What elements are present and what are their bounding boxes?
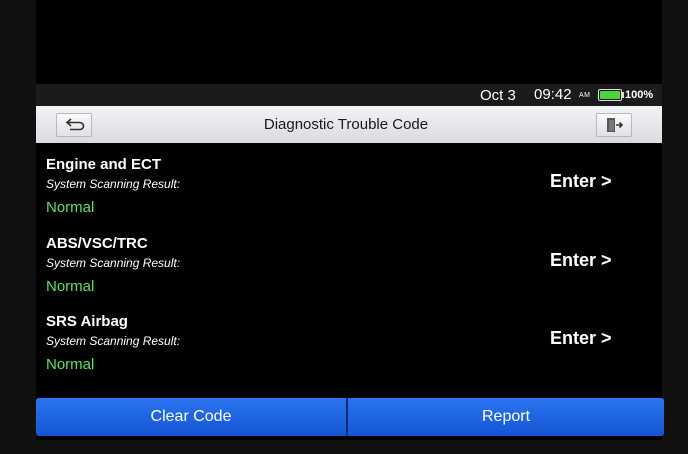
exit-button[interactable] [596,113,632,137]
battery-icon [598,89,622,101]
system-row-engine[interactable]: Engine and ECT System Scanning Result: N… [36,156,662,234]
status-ampm: AM [579,92,591,99]
clear-code-button[interactable]: Clear Code [36,398,346,436]
exit-door-icon [607,118,624,132]
enter-button-engine[interactable]: Enter > [550,171,612,192]
status-date: Oct 3 [480,87,516,104]
system-subtitle: System Scanning Result: [46,334,181,348]
system-name: ABS/VSC/TRC [46,235,148,252]
page-title: Diagnostic Trouble Code [263,116,429,133]
system-row-abs[interactable]: ABS/VSC/TRC System Scanning Result: Norm… [36,235,662,313]
report-button[interactable]: Report [348,398,664,436]
system-status: Normal [46,278,95,295]
enter-button-srs[interactable]: Enter > [550,328,612,349]
system-subtitle: System Scanning Result: [46,256,181,270]
system-name: Engine and ECT [46,156,162,173]
screen-top-area [36,0,662,84]
battery-percent: 100% [625,89,654,101]
title-bar: Diagnostic Trouble Code [36,106,662,143]
system-status: Normal [46,356,95,373]
battery-tip [622,92,624,98]
system-subtitle: System Scanning Result: [46,177,181,191]
status-bar: Oct 3 09:42 AM 100% [36,84,662,106]
system-status: Normal [46,199,95,216]
device-screen: Oct 3 09:42 AM 100% Diagnostic Trouble C… [36,84,664,440]
bottom-action-bar: Clear Code Report [36,398,664,436]
enter-button-abs[interactable]: Enter > [550,250,612,271]
battery-fill [600,91,620,99]
system-row-srs[interactable]: SRS Airbag System Scanning Result: Norma… [36,313,662,391]
status-time: 09:42 [534,86,572,103]
system-name: SRS Airbag [46,313,128,330]
